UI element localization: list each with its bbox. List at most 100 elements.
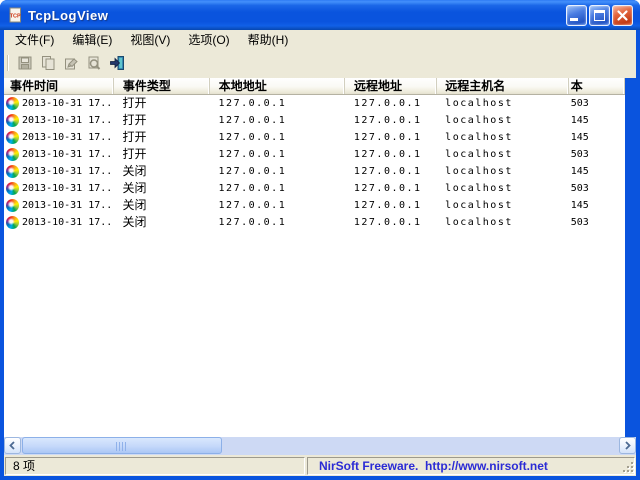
local-port: 145 [569,112,625,129]
toolbar [4,51,636,74]
local-port: 145 [569,197,625,214]
event-time: 2013-10-31 17... [22,95,114,112]
toolbar-separator [7,55,9,71]
table-row[interactable]: 2013-10-31 17... 打开 127.0.0.1 127.0.0.1 … [4,112,625,129]
event-icon [6,216,19,229]
app-icon: TCP [7,7,23,23]
table-row[interactable]: 2013-10-31 17... 关闭 127.0.0.1 127.0.0.1 … [4,163,625,180]
status-branding: NirSoft Freeware. http://www.nirsoft.net [307,457,635,475]
column-header-remote-host[interactable]: 远程主机名 [437,78,568,94]
close-icon [613,6,632,25]
event-icon [6,131,19,144]
remote-address: 127.0.0.1 [345,146,437,163]
content-area: 事件时间 事件类型 本地地址 远程地址 远程主机名 本 2013-10-31 1… [4,74,636,437]
menu-item-file[interactable]: 文件(F) [6,30,63,51]
branding-text: NirSoft Freeware. http://www.nirsoft.net [319,459,548,473]
column-header-local-address[interactable]: 本地地址 [210,78,345,94]
column-header-event-type[interactable]: 事件类型 [114,78,210,94]
event-time: 2013-10-31 17... [22,112,114,129]
remote-host: localhost [437,112,569,129]
local-port: 145 [569,163,625,180]
event-time: 2013-10-31 17... [22,197,114,214]
window-title: TcpLogView [28,8,108,23]
exit-button[interactable] [105,52,128,73]
table-row[interactable]: 2013-10-31 17... 关闭 127.0.0.1 127.0.0.1 … [4,180,625,197]
remote-host: localhost [437,129,569,146]
remote-host: localhost [437,95,569,112]
local-address: 127.0.0.1 [210,129,345,146]
properties-button [59,52,82,73]
close-button[interactable] [612,5,633,26]
remote-address: 127.0.0.1 [345,214,437,231]
event-time: 2013-10-31 17... [22,180,114,197]
event-time: 2013-10-31 17... [22,214,114,231]
remote-address: 127.0.0.1 [345,180,437,197]
menu-item-options[interactable]: 选项(O) [179,30,238,51]
find-button [82,52,105,73]
event-icon [6,165,19,178]
event-time: 2013-10-31 17... [22,129,114,146]
remote-address: 127.0.0.1 [345,112,437,129]
menu-item-view[interactable]: 视图(V) [121,30,179,51]
local-port: 503 [569,146,625,163]
table-row[interactable]: 2013-10-31 17... 打开 127.0.0.1 127.0.0.1 … [4,95,625,112]
scroll-right-button[interactable] [619,437,636,454]
maximize-button[interactable] [589,5,610,26]
table-row[interactable]: 2013-10-31 17... 打开 127.0.0.1 127.0.0.1 … [4,146,625,163]
save-icon [17,55,33,71]
status-item-count: 8 项 [5,457,305,475]
event-icon [6,199,19,212]
event-time: 2013-10-31 17... [22,146,114,163]
event-type: 打开 [114,146,210,163]
local-port: 503 [569,180,625,197]
event-type: 关闭 [114,214,210,231]
save-button [13,52,36,73]
scrollbar-thumb[interactable] [22,437,222,454]
event-icon [6,182,19,195]
remote-host: localhost [437,197,569,214]
table-row[interactable]: 2013-10-31 17... 关闭 127.0.0.1 127.0.0.1 … [4,214,625,231]
local-port: 145 [569,129,625,146]
window-border-filler [625,78,636,437]
remote-host: localhost [437,214,569,231]
column-header-remote-address[interactable]: 远程地址 [345,78,437,94]
horizontal-scrollbar[interactable] [4,437,636,455]
titlebar[interactable]: TCP TcpLogView [0,0,640,30]
table-row[interactable]: 2013-10-31 17... 关闭 127.0.0.1 127.0.0.1 … [4,197,625,214]
properties-icon [63,55,79,71]
event-type: 打开 [114,129,210,146]
remote-host: localhost [437,163,569,180]
copy-icon [40,55,56,71]
minimize-button[interactable] [566,5,587,26]
status-bar: 8 项 NirSoft Freeware. http://www.nirsoft… [4,456,636,476]
menu-item-edit[interactable]: 编辑(E) [63,30,121,51]
menu-bar: 文件(F) 编辑(E) 视图(V) 选项(O) 帮助(H) [4,30,636,51]
event-time: 2013-10-31 17... [22,163,114,180]
column-header-local-port[interactable]: 本 [569,78,625,94]
event-icon [6,97,19,110]
local-address: 127.0.0.1 [210,180,345,197]
find-icon [86,55,102,71]
event-type: 关闭 [114,163,210,180]
app-window: TCP TcpLogView 文件(F) 编辑(E) 视图(V) 选项(O) 帮… [0,0,640,480]
minimize-icon [570,18,578,21]
scroll-left-button[interactable] [4,437,21,454]
local-address: 127.0.0.1 [210,95,345,112]
remote-address: 127.0.0.1 [345,197,437,214]
resize-grip[interactable] [622,461,635,474]
remote-address: 127.0.0.1 [345,163,437,180]
menu-item-help[interactable]: 帮助(H) [239,30,298,51]
scrollbar-grip [116,442,127,451]
copy-button [36,52,59,73]
client-area: 文件(F) 编辑(E) 视图(V) 选项(O) 帮助(H) [4,30,636,476]
column-header-event-time[interactable]: 事件时间 [4,78,114,94]
local-address: 127.0.0.1 [210,112,345,129]
chevron-left-icon [8,441,17,450]
maximize-icon [594,10,605,21]
table-row[interactable]: 2013-10-31 17... 打开 127.0.0.1 127.0.0.1 … [4,129,625,146]
svg-text:TCP: TCP [10,14,21,20]
remote-address: 127.0.0.1 [345,95,437,112]
local-address: 127.0.0.1 [210,197,345,214]
remote-address: 127.0.0.1 [345,129,437,146]
event-type: 关闭 [114,197,210,214]
